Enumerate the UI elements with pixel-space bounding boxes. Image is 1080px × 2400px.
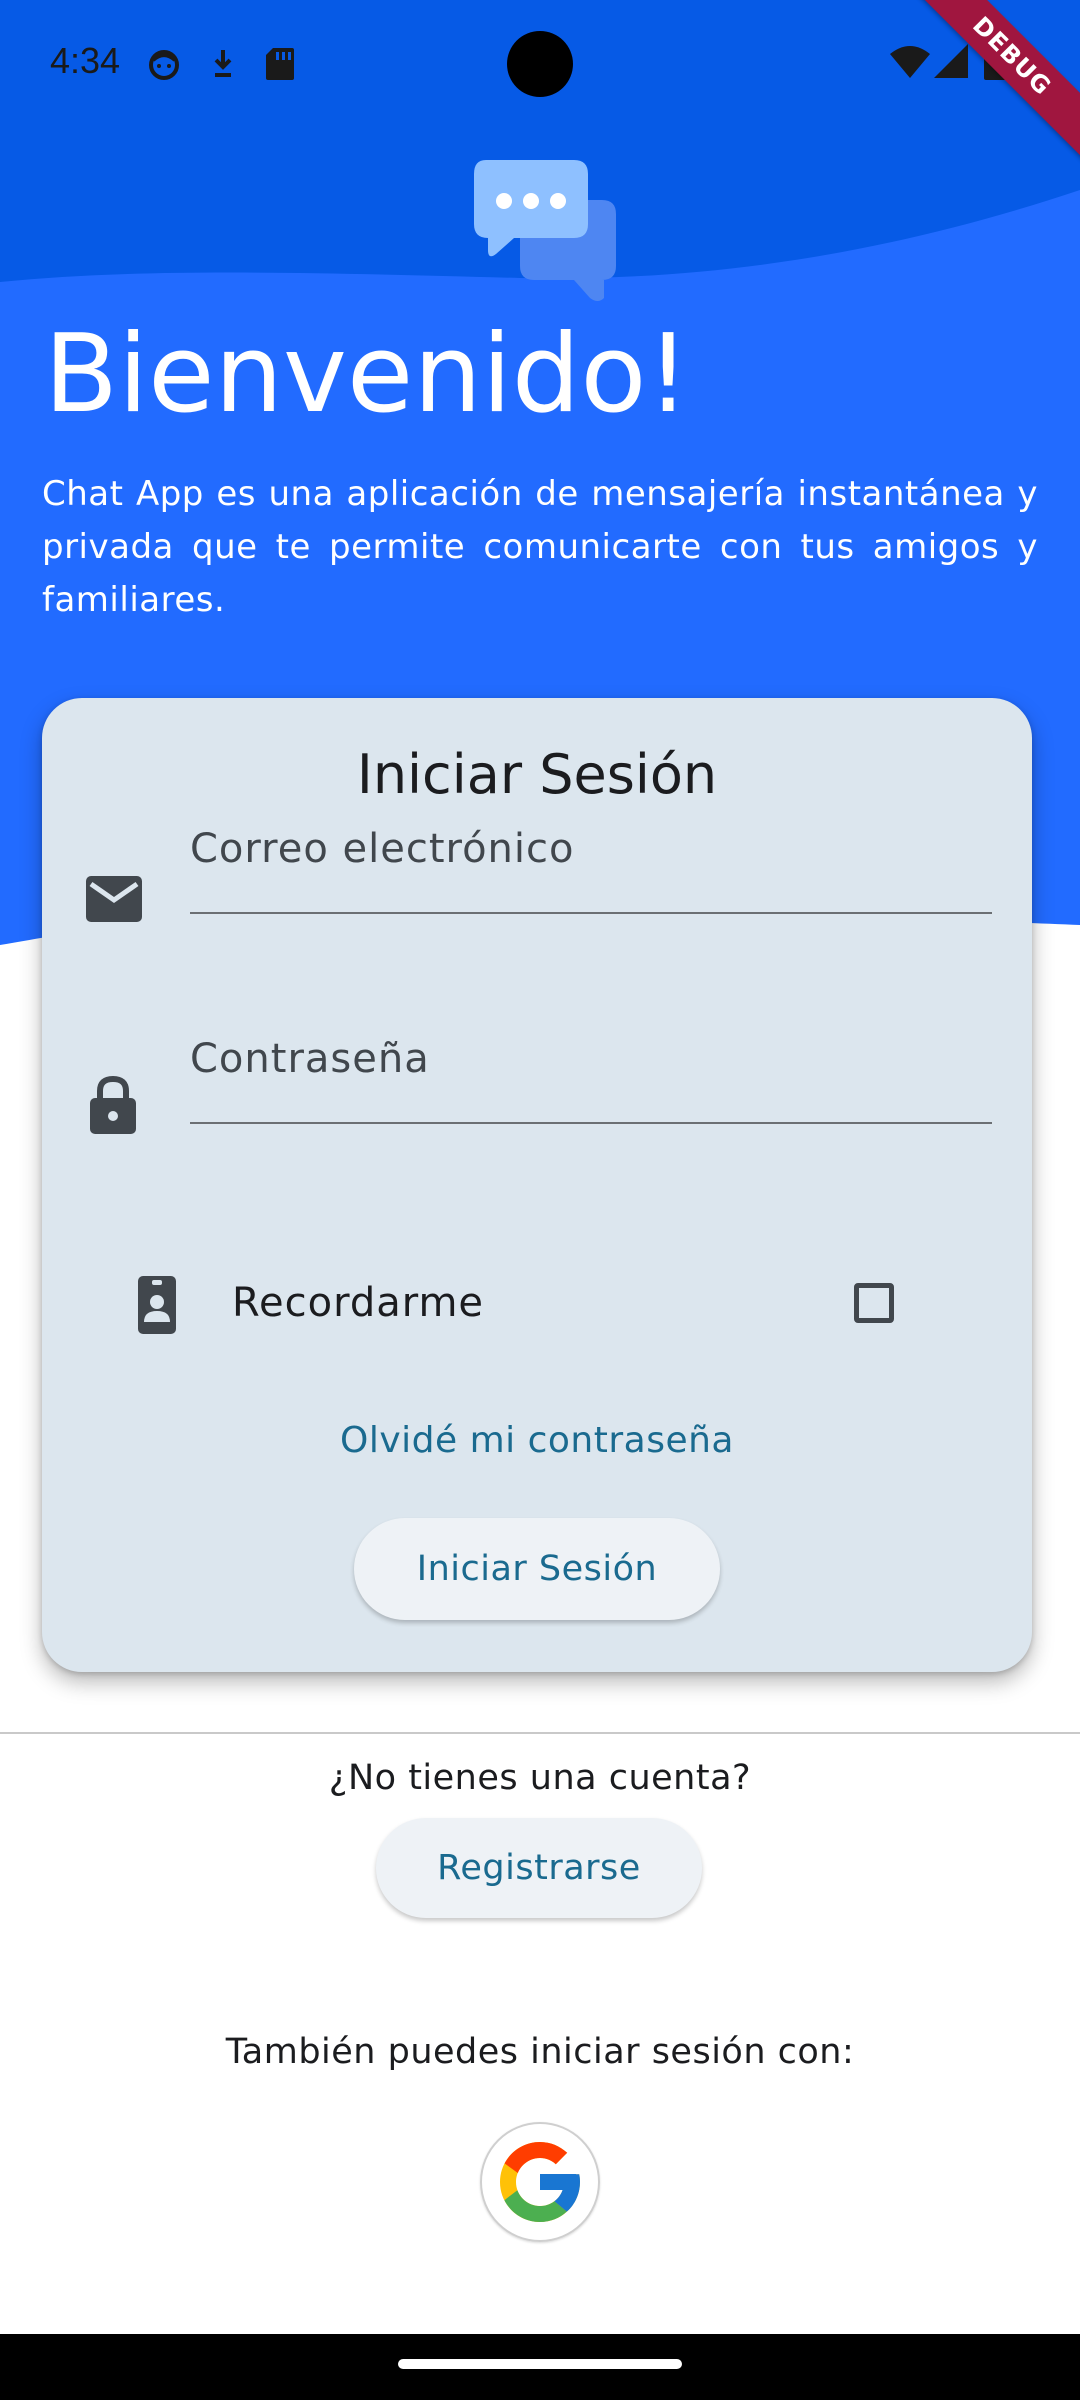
email-icon xyxy=(86,876,142,922)
register-button[interactable]: Registrarse xyxy=(376,1818,702,1918)
status-time: 4:34 xyxy=(50,40,121,81)
remember-me-label: Recordarme xyxy=(232,1280,485,1326)
divider xyxy=(0,1732,1080,1734)
email-field[interactable]: Correo electrónico xyxy=(190,792,992,914)
google-icon xyxy=(500,2142,580,2222)
chat-bubbles-icon xyxy=(474,160,616,301)
home-gesture-handle[interactable] xyxy=(398,2359,682,2369)
email-field-label: Correo electrónico xyxy=(190,826,575,872)
face-icon xyxy=(149,50,179,80)
login-button[interactable]: Iniciar Sesión xyxy=(354,1518,720,1620)
welcome-title: Bienvenido! xyxy=(44,312,690,437)
login-card: Iniciar Sesión Correo electrónico Contra… xyxy=(42,698,1032,1672)
signal-icon xyxy=(934,44,968,78)
sd-card-icon xyxy=(266,48,294,80)
google-login-button[interactable] xyxy=(480,2122,600,2242)
password-field[interactable]: Contraseña xyxy=(190,1002,992,1124)
download-icon xyxy=(214,50,232,77)
contact-badge-icon xyxy=(138,1276,176,1334)
welcome-description: Chat App es una aplicación de mensajería… xyxy=(42,474,1038,620)
lock-icon xyxy=(90,1076,136,1134)
no-account-prompt: ¿No tienes una cuenta? xyxy=(328,1758,752,1798)
forgot-password-link[interactable]: Olvidé mi contraseña xyxy=(42,1420,1032,1461)
social-login-prompt: También puedes iniciar sesión con: xyxy=(225,2032,855,2072)
password-field-label: Contraseña xyxy=(190,1036,430,1082)
wifi-icon xyxy=(890,46,930,78)
camera-cutout xyxy=(507,31,573,97)
remember-me-checkbox[interactable] xyxy=(854,1283,894,1323)
